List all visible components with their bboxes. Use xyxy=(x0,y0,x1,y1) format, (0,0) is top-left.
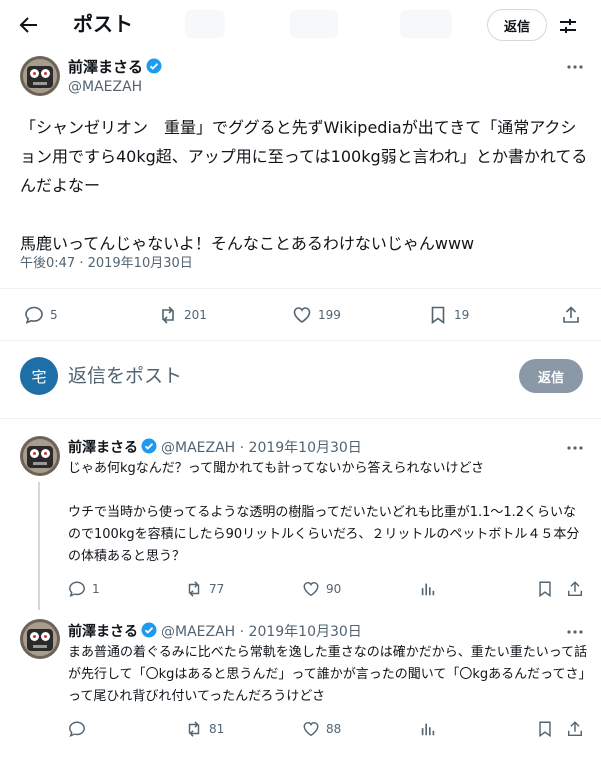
author-name[interactable]: 前澤まさる xyxy=(68,440,138,456)
bookmark-action[interactable]: 19 xyxy=(428,303,469,327)
like-action[interactable]: 88 xyxy=(302,717,341,741)
comment-icon xyxy=(25,306,43,324)
bookmark-action[interactable] xyxy=(536,577,554,601)
repost-count: 81 xyxy=(209,722,225,736)
reply-header: 前澤まさる @MAEZAH · 2019年10月30日 xyxy=(68,622,362,641)
bookmark-icon xyxy=(539,721,551,738)
user-avatar[interactable]: 宅 xyxy=(20,357,58,395)
bookmark-action[interactable] xyxy=(536,717,554,741)
more-options-button[interactable] xyxy=(563,438,587,458)
author-name[interactable]: 前澤まさる xyxy=(68,57,162,77)
heart-icon xyxy=(303,721,319,737)
top-bar: ポスト 返信 xyxy=(0,0,601,50)
bar-chart-icon xyxy=(421,723,435,736)
verified-badge-icon xyxy=(141,622,157,638)
verified-badge-icon xyxy=(146,58,162,74)
author-handle[interactable]: @MAEZAH xyxy=(68,78,142,96)
reply-actions: 81 88 xyxy=(0,717,601,741)
repost-icon xyxy=(162,306,174,324)
reply-actions: 1 77 90 xyxy=(0,577,601,601)
views-action[interactable] xyxy=(419,717,437,741)
page-title: ポスト xyxy=(73,12,133,36)
author-name-text[interactable]: 前澤まさる xyxy=(68,58,143,76)
reply-text: じゃあ何kgなんだ？って聞かれても計ってないから答えられないけどさ ウチで当時か… xyxy=(68,461,580,564)
bookmark-icon xyxy=(539,581,551,598)
reply-meta[interactable]: @MAEZAH · 2019年10月30日 xyxy=(161,440,362,456)
reply-text: まあ普通の着ぐるみに比べたら常軌を逸した重さなのは確かだから、重たい重たいって話… xyxy=(68,645,588,704)
arrow-left-icon xyxy=(19,17,37,33)
author-name[interactable]: 前澤まさる xyxy=(68,624,138,640)
like-count: 88 xyxy=(326,722,342,736)
reply-count: 1 xyxy=(92,582,100,596)
faded-overlay xyxy=(185,10,225,38)
share-action[interactable] xyxy=(566,577,584,601)
repost-action[interactable]: 201 xyxy=(158,303,207,327)
avatar[interactable] xyxy=(20,619,60,659)
verified-badge-icon xyxy=(141,438,157,454)
bookmark-count: 19 xyxy=(454,308,470,322)
repost-action[interactable]: 81 xyxy=(185,717,224,741)
like-count: 199 xyxy=(318,308,341,322)
comment-icon xyxy=(69,721,85,738)
reply-count: 5 xyxy=(50,308,58,322)
reply-input[interactable]: 返信をポスト xyxy=(68,362,468,390)
post-text: 「シャンゼリオン 重量」でググると先ずWikipediaが出てきて「通常アクショ… xyxy=(20,118,588,253)
back-button[interactable] xyxy=(14,10,44,40)
divider xyxy=(0,418,601,419)
like-count: 90 xyxy=(326,582,342,596)
repost-action[interactable]: 77 xyxy=(185,577,224,601)
more-options-button[interactable] xyxy=(563,622,587,642)
post-actions: 5 201 199 19 xyxy=(0,303,601,327)
views-action[interactable] xyxy=(419,577,437,601)
bar-chart-icon xyxy=(421,583,435,596)
more-options-button[interactable] xyxy=(563,57,587,77)
share-icon xyxy=(563,306,579,323)
reply-header: 前澤まさる @MAEZAH · 2019年10月30日 xyxy=(68,438,362,457)
reply-button[interactable]: 返信 xyxy=(487,9,547,41)
reply-action[interactable]: 1 xyxy=(68,577,100,601)
share-icon xyxy=(567,581,583,597)
divider xyxy=(0,288,601,289)
submit-reply-button[interactable]: 返信 xyxy=(519,359,583,393)
filter-button[interactable] xyxy=(555,13,581,39)
heart-icon xyxy=(303,581,319,597)
sliders-icon xyxy=(560,19,576,33)
post-timestamp[interactable]: 午後0:47 · 2019年10月30日 xyxy=(20,255,193,273)
repost-count: 201 xyxy=(184,308,207,322)
share-action[interactable] xyxy=(566,717,584,741)
share-icon xyxy=(567,721,583,737)
repost-icon xyxy=(188,581,200,597)
reply-action[interactable]: 5 xyxy=(24,303,58,327)
more-dots-icon xyxy=(567,446,583,450)
more-dots-icon xyxy=(567,630,583,634)
like-action[interactable]: 199 xyxy=(292,303,341,327)
avatar[interactable] xyxy=(20,56,60,96)
more-dots-icon xyxy=(567,65,583,69)
avatar[interactable] xyxy=(20,436,60,476)
repost-icon xyxy=(188,721,200,737)
share-action[interactable] xyxy=(561,303,581,327)
faded-overlay xyxy=(290,10,338,38)
repost-count: 77 xyxy=(209,582,225,596)
heart-icon xyxy=(293,307,311,323)
divider xyxy=(0,340,601,341)
like-action[interactable]: 90 xyxy=(302,577,341,601)
bookmark-icon xyxy=(431,306,445,325)
comment-icon xyxy=(69,581,85,598)
reply-action[interactable] xyxy=(68,717,92,741)
faded-overlay xyxy=(400,10,452,38)
reply-meta[interactable]: @MAEZAH · 2019年10月30日 xyxy=(161,624,362,640)
